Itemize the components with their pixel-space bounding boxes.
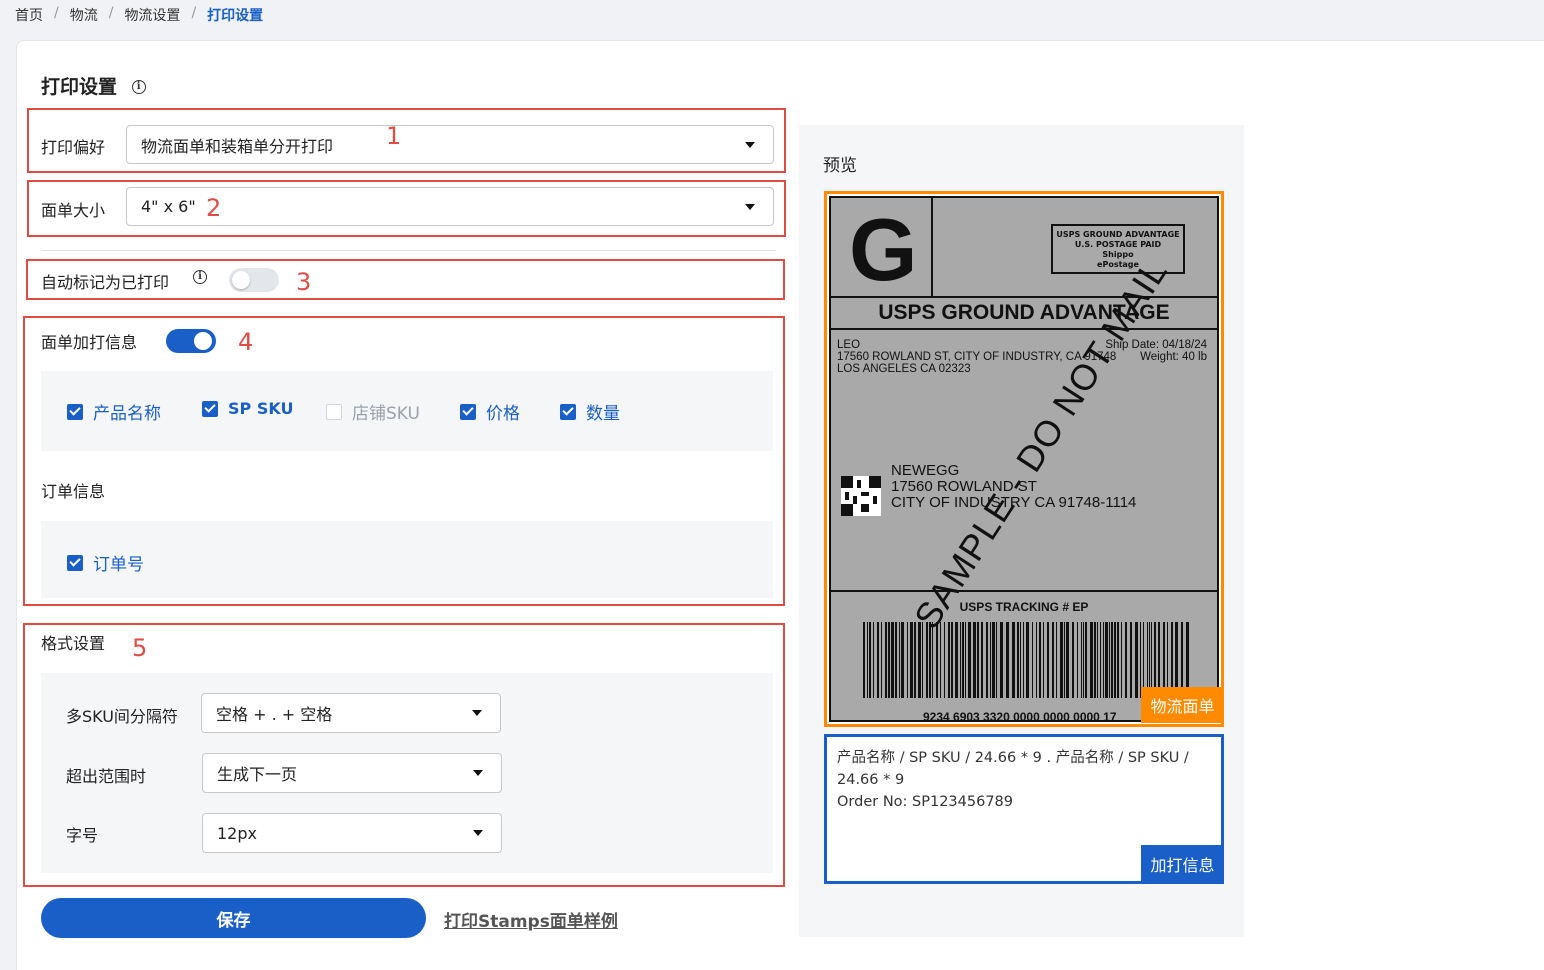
shipping-label: G USPS GROUND ADVANTAGE U.S. POSTAGE PAI… (829, 196, 1219, 722)
caret-down-icon (473, 770, 483, 776)
label-divider (931, 198, 933, 296)
service-letter: G (849, 200, 918, 299)
breadcrumb-separator: / (54, 5, 59, 21)
overflow-select[interactable]: 生成下一页 (202, 753, 502, 793)
caret-down-icon (472, 710, 482, 716)
info-icon[interactable]: i (131, 80, 146, 94)
auto-mark-label: 自动标记为已打印 (41, 273, 170, 292)
stamp-line: USPS GROUND ADVANTAGE (1056, 230, 1180, 239)
stamp-line: U.S. POSTAGE PAID (1074, 240, 1162, 249)
label-divider (831, 590, 1217, 592)
print-preference-select[interactable]: 物流面单和装箱单分开打印 (126, 125, 774, 164)
separator-select[interactable]: 空格 + . + 空格 (201, 693, 501, 733)
overflow-label: 超出范围时 (66, 767, 147, 786)
annotation-number-5: 5 (132, 634, 148, 662)
checkbox-order-number[interactable]: 订单号 (67, 550, 144, 575)
caret-down-icon (745, 203, 755, 210)
checkbox-checked-icon (560, 403, 576, 420)
page-title-text: 打印设置 (41, 76, 118, 98)
extra-info-toggle[interactable] (166, 329, 216, 353)
toggle-knob (232, 271, 250, 289)
font-size-label: 字号 (66, 826, 99, 845)
checkbox-price[interactable]: 价格 (460, 399, 520, 424)
checkbox-unchecked-icon (326, 403, 342, 420)
checkbox-sp-sku[interactable]: SP SKU (202, 399, 293, 418)
tracking-title: USPS TRACKING # EP (959, 600, 1089, 614)
print-preference-value: 物流面单和装箱单分开打印 (141, 136, 334, 156)
divider (41, 250, 776, 251)
preview-title: 预览 (823, 156, 857, 176)
checkbox-checked-icon (67, 403, 83, 420)
label-divider (831, 328, 1217, 330)
font-size-select[interactable]: 12px (202, 813, 502, 853)
checkbox-label: 价格 (486, 404, 520, 424)
from-line: LEO (837, 339, 861, 351)
extra-info-products: 产品名称 / SP SKU / 24.66 * 9 . 产品名称 / SP SK… (837, 750, 1189, 788)
extra-info-text: 产品名称 / SP SKU / 24.66 * 9 . 产品名称 / SP SK… (837, 747, 1207, 813)
service-name: USPS GROUND ADVANTAGE (878, 301, 1170, 324)
extra-info-tag: 加打信息 (1141, 845, 1224, 882)
checkbox-label: 数量 (586, 404, 620, 424)
extra-info-label: 面单加打信息 (41, 333, 138, 352)
breadcrumb: 首页 / 物流 / 物流设置 / 打印设置 (15, 5, 263, 25)
overflow-value: 生成下一页 (217, 765, 298, 784)
stamp-line: Shippo (1102, 250, 1134, 259)
annotation-number-1: 1 (386, 122, 402, 150)
font-size-value: 12px (217, 823, 257, 843)
caret-down-icon (473, 830, 483, 836)
breadcrumb-logistics-settings[interactable]: 物流设置 (124, 5, 180, 25)
save-button[interactable]: 保存 (41, 898, 426, 938)
tracking-number: 9234 6903 3320 0000 0000 0000 17 (923, 710, 1117, 722)
breadcrumb-logistics[interactable]: 物流 (70, 5, 98, 25)
checkbox-checked-icon (460, 403, 476, 420)
checkbox-label: 订单号 (93, 555, 144, 575)
qr-code-icon (841, 476, 881, 516)
checkbox-checked-icon (202, 400, 218, 417)
print-preference-label: 打印偏好 (41, 138, 106, 157)
checkbox-label: 产品名称 (93, 404, 161, 424)
label-size-label: 面单大小 (41, 201, 106, 220)
page-title: 打印设置 i (41, 72, 146, 99)
breadcrumb-separator: / (108, 5, 114, 21)
checkbox-label: 店铺SKU (352, 404, 420, 424)
checkbox-quantity[interactable]: 数量 (560, 399, 620, 424)
order-options-panel (41, 521, 773, 598)
label-size-value: 4" x 6" (141, 197, 196, 216)
toggle-knob (194, 332, 212, 350)
breadcrumb-current: 打印设置 (207, 8, 264, 24)
extra-info-order: Order No: SP123456789 (837, 794, 1014, 810)
annotation-number-2: 2 (206, 194, 222, 222)
order-info-label: 订单信息 (41, 482, 106, 501)
shipping-label-tag: 物流面单 (1141, 687, 1224, 723)
annotation-number-4: 4 (238, 328, 254, 356)
auto-mark-toggle[interactable] (229, 268, 279, 292)
checkbox-checked-icon (67, 554, 83, 571)
checkbox-label: SP SKU (228, 399, 294, 418)
shipping-label-preview: G USPS GROUND ADVANTAGE U.S. POSTAGE PAI… (824, 191, 1224, 727)
format-settings-label: 格式设置 (41, 634, 106, 653)
label-size-select[interactable]: 4" x 6" (126, 187, 774, 226)
breadcrumb-separator: / (191, 5, 197, 21)
separator-value: 空格 + . + 空格 (216, 705, 333, 724)
annotation-number-3: 3 (296, 268, 312, 296)
separator-label: 多SKU间分隔符 (66, 707, 178, 726)
caret-down-icon (745, 141, 755, 148)
checkbox-product-name[interactable]: 产品名称 (67, 399, 161, 424)
checkbox-store-sku[interactable]: 店铺SKU (326, 399, 420, 424)
print-sample-link[interactable]: 打印Stamps面单样例 (444, 907, 618, 932)
breadcrumb-home[interactable]: 首页 (15, 5, 43, 25)
info-icon[interactable]: i (193, 270, 207, 284)
